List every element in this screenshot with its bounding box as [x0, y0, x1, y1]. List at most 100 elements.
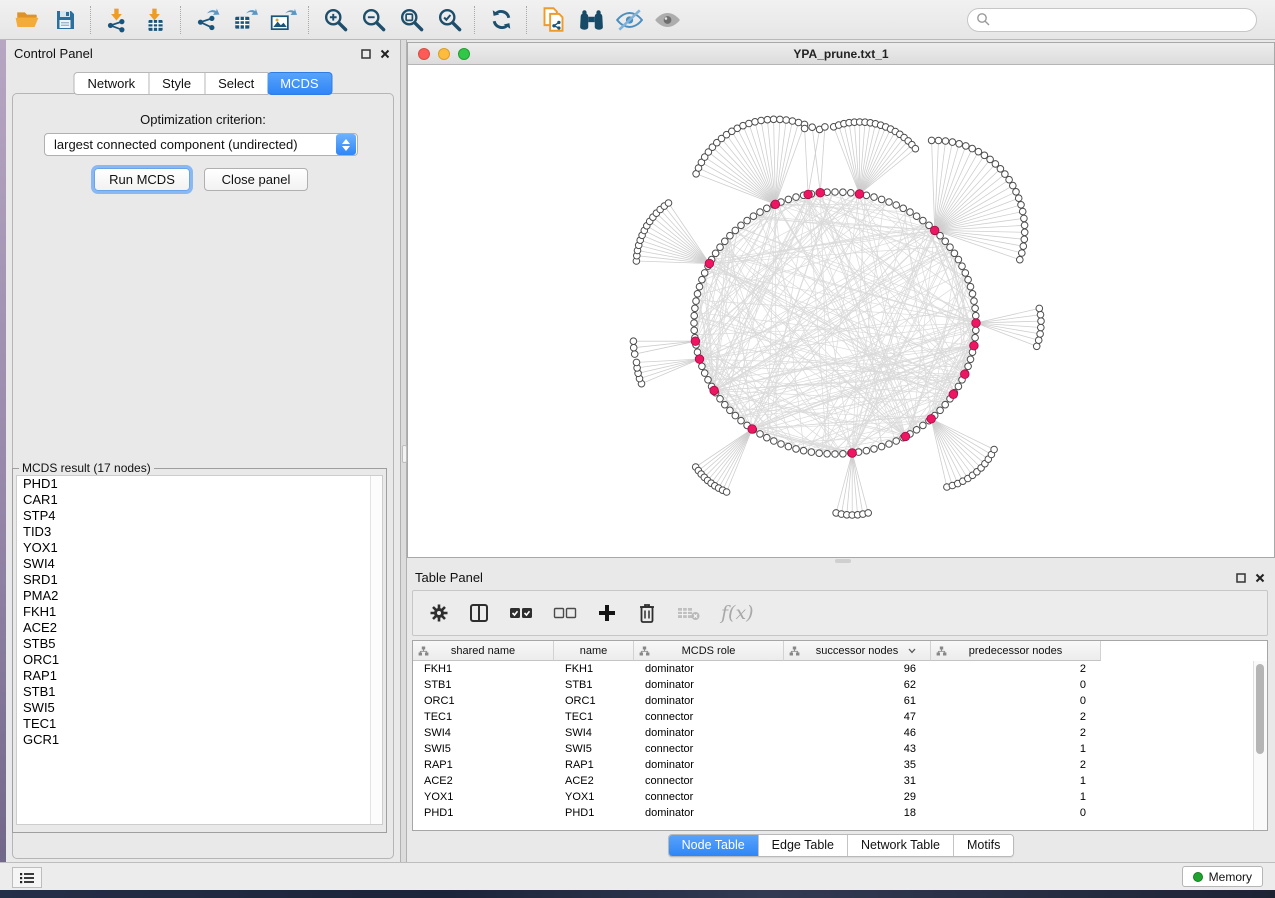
cell-predecessor-nodes[interactable]: 2 [931, 759, 1101, 771]
cell-successor-nodes[interactable]: 35 [784, 759, 931, 771]
result-node-item[interactable]: YOX1 [17, 540, 382, 556]
cell-shared-name[interactable]: FKH1 [413, 663, 554, 675]
cell-predecessor-nodes[interactable]: 2 [931, 663, 1101, 675]
cell-shared-name[interactable]: YOX1 [413, 791, 554, 803]
deselect-all-columns-icon[interactable] [553, 606, 577, 620]
cell-shared-name[interactable]: ORC1 [413, 695, 554, 707]
table-row[interactable]: YOX1YOX1connector291 [413, 789, 1254, 805]
show-column-panel-icon[interactable] [469, 603, 489, 623]
optimization-criterion-dropdown[interactable]: largest connected component (undirected) [44, 133, 358, 156]
result-node-item[interactable]: FKH1 [17, 604, 382, 620]
tab-node-table[interactable]: Node Table [669, 835, 759, 856]
zoom-fit-icon[interactable] [392, 3, 430, 37]
table-row[interactable]: RAP1RAP1dominator352 [413, 757, 1254, 773]
cell-name[interactable]: SWI5 [554, 743, 634, 755]
result-list-scrollbar[interactable] [370, 476, 382, 824]
export-network-icon[interactable] [188, 3, 226, 37]
cell-MCDS-role[interactable]: dominator [634, 759, 784, 771]
cell-predecessor-nodes[interactable]: 0 [931, 807, 1101, 819]
float-window-icon[interactable] [361, 46, 371, 64]
cell-shared-name[interactable]: TEC1 [413, 711, 554, 723]
result-node-item[interactable]: GCR1 [17, 732, 382, 748]
import-network-icon[interactable] [98, 3, 136, 37]
memory-button[interactable]: Memory [1182, 866, 1263, 887]
add-column-icon[interactable] [597, 603, 617, 623]
save-session-icon[interactable] [46, 3, 84, 37]
refresh-layout-icon[interactable] [482, 3, 520, 37]
cell-shared-name[interactable]: STB1 [413, 679, 554, 691]
cell-MCDS-role[interactable]: dominator [634, 663, 784, 675]
column-header-name[interactable]: name [554, 641, 634, 661]
cell-shared-name[interactable]: RAP1 [413, 759, 554, 771]
cell-MCDS-role[interactable]: dominator [634, 807, 784, 819]
result-node-item[interactable]: CAR1 [17, 492, 382, 508]
cell-name[interactable]: RAP1 [554, 759, 634, 771]
result-node-item[interactable]: STP4 [17, 508, 382, 524]
cell-name[interactable]: TEC1 [554, 711, 634, 723]
result-node-item[interactable]: SRD1 [17, 572, 382, 588]
cell-predecessor-nodes[interactable]: 1 [931, 743, 1101, 755]
result-node-item[interactable]: TEC1 [17, 716, 382, 732]
export-image-icon[interactable] [264, 3, 302, 37]
cell-predecessor-nodes[interactable]: 2 [931, 711, 1101, 723]
column-header-MCDS-role[interactable]: MCDS role [634, 641, 784, 661]
result-node-item[interactable]: TID3 [17, 524, 382, 540]
tab-edge-table[interactable]: Edge Table [759, 835, 848, 856]
cell-name[interactable]: PHD1 [554, 807, 634, 819]
result-node-item[interactable]: STB5 [17, 636, 382, 652]
close-panel-icon[interactable] [1255, 570, 1265, 588]
cell-name[interactable]: YOX1 [554, 791, 634, 803]
network-canvas[interactable] [408, 65, 1274, 557]
vertical-splitter[interactable] [400, 40, 407, 862]
search-binoculars-icon[interactable] [572, 3, 610, 37]
table-settings-gear-icon[interactable] [429, 603, 449, 623]
tab-network[interactable]: Network [73, 72, 149, 95]
cell-name[interactable]: ACE2 [554, 775, 634, 787]
cell-MCDS-role[interactable]: connector [634, 791, 784, 803]
cell-successor-nodes[interactable]: 31 [784, 775, 931, 787]
close-panel-icon[interactable] [380, 46, 390, 64]
column-header-predecessor-nodes[interactable]: predecessor nodes [931, 641, 1101, 661]
result-node-item[interactable]: PMA2 [17, 588, 382, 604]
cell-successor-nodes[interactable]: 29 [784, 791, 931, 803]
result-node-item[interactable]: STB1 [17, 684, 382, 700]
result-node-item[interactable]: PHD1 [17, 476, 382, 492]
cell-MCDS-role[interactable]: connector [634, 775, 784, 787]
network-titlebar[interactable]: YPA_prune.txt_1 [408, 43, 1274, 65]
cell-name[interactable]: STB1 [554, 679, 634, 691]
search-input[interactable] [967, 8, 1257, 32]
node-table[interactable]: shared namenameMCDS rolesuccessor nodesp… [412, 640, 1268, 831]
run-mcds-button[interactable]: Run MCDS [94, 168, 190, 191]
cell-successor-nodes[interactable]: 96 [784, 663, 931, 675]
result-node-item[interactable]: SWI4 [17, 556, 382, 572]
zoom-selected-icon[interactable] [430, 3, 468, 37]
cell-shared-name[interactable]: SWI4 [413, 727, 554, 739]
clone-network-icon[interactable] [534, 3, 572, 37]
cell-successor-nodes[interactable]: 46 [784, 727, 931, 739]
cell-MCDS-role[interactable]: dominator [634, 727, 784, 739]
horizontal-splitter-handle[interactable] [835, 559, 851, 563]
table-row[interactable]: SWI4SWI4dominator462 [413, 725, 1254, 741]
table-row[interactable]: ORC1ORC1dominator610 [413, 693, 1254, 709]
tab-network-table[interactable]: Network Table [848, 835, 954, 856]
close-panel-button[interactable]: Close panel [204, 168, 308, 191]
select-all-columns-icon[interactable] [509, 606, 533, 620]
cell-successor-nodes[interactable]: 62 [784, 679, 931, 691]
float-window-icon[interactable] [1236, 570, 1246, 588]
cell-MCDS-role[interactable]: dominator [634, 695, 784, 707]
cell-name[interactable]: SWI4 [554, 727, 634, 739]
table-scrollbar[interactable] [1253, 661, 1267, 830]
cell-MCDS-role[interactable]: connector [634, 711, 784, 723]
delete-column-icon[interactable] [637, 602, 657, 624]
table-row[interactable]: SWI5SWI5connector431 [413, 741, 1254, 757]
zoom-out-icon[interactable] [354, 3, 392, 37]
cell-name[interactable]: ORC1 [554, 695, 634, 707]
result-node-item[interactable]: SWI5 [17, 700, 382, 716]
table-row[interactable]: PHD1PHD1dominator180 [413, 805, 1254, 821]
open-file-icon[interactable] [8, 3, 46, 37]
tab-select[interactable]: Select [205, 72, 268, 95]
column-header-shared-name[interactable]: shared name [413, 641, 554, 661]
result-node-item[interactable]: RAP1 [17, 668, 382, 684]
cell-shared-name[interactable]: ACE2 [413, 775, 554, 787]
column-header-successor-nodes[interactable]: successor nodes [784, 641, 931, 661]
